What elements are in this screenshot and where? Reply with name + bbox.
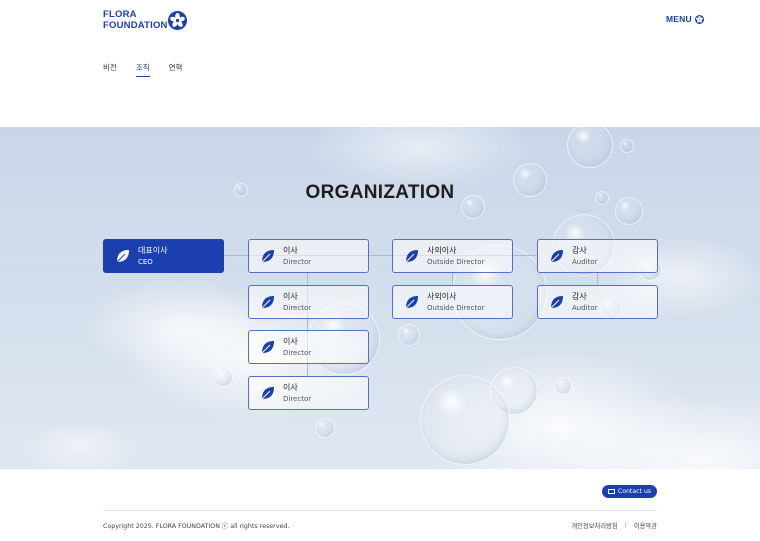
org-node-ceo: 대표이사 CEO	[103, 239, 224, 273]
privacy-policy-link[interactable]: 개인정보처리방침	[571, 521, 617, 530]
leaf-icon	[261, 341, 274, 354]
footer-separator: |	[624, 522, 627, 529]
brand-logo[interactable]: FLORA FOUNDATION	[103, 9, 187, 31]
logo-line-1: FLORA	[103, 9, 137, 20]
node-title: 대표이사	[138, 245, 168, 255]
node-subtitle: Auditor	[572, 257, 598, 266]
bubble-decoration	[398, 324, 420, 346]
bubble-decoration	[315, 418, 335, 438]
flower-icon	[694, 14, 704, 24]
node-subtitle: Outside Director	[427, 257, 485, 266]
terms-of-use-link[interactable]: 이용약관	[634, 521, 657, 530]
leaf-icon	[261, 250, 274, 263]
tab-vision[interactable]: 비전	[103, 62, 117, 77]
node-subtitle: CEO	[138, 257, 153, 266]
leaf-icon	[405, 296, 418, 309]
contact-us-label: Contact us	[617, 488, 652, 495]
node-title: 이사	[283, 291, 298, 301]
leaf-icon	[116, 250, 129, 263]
footer-divider	[103, 510, 657, 511]
org-node-director: 이사 Director	[248, 239, 369, 273]
sub-navigation: 비전 조직 연혁	[103, 62, 201, 77]
bubble-decoration	[620, 139, 634, 153]
node-title: 사외이사	[427, 245, 457, 255]
bubble-decoration	[420, 375, 510, 465]
bubble-decoration	[567, 127, 613, 168]
leaf-icon	[261, 296, 274, 309]
node-subtitle: Director	[283, 394, 312, 403]
org-node-director: 이사 Director	[248, 285, 369, 319]
copyright-text: Copyright 2025. FLORA FOUNDATION ⓒ all r…	[103, 523, 290, 530]
org-node-auditor: 감사 Auditor	[537, 285, 658, 319]
node-subtitle: Outside Director	[427, 303, 485, 312]
menu-button[interactable]: MENU	[666, 14, 704, 24]
mail-icon	[607, 489, 615, 494]
leaf-icon	[261, 387, 274, 400]
org-node-auditor: 감사 Auditor	[537, 239, 658, 273]
org-connector	[597, 272, 598, 285]
node-title: 이사	[283, 245, 298, 255]
tab-organization[interactable]: 조직	[135, 62, 150, 77]
menu-label: MENU	[666, 14, 692, 24]
node-subtitle: Director	[283, 348, 312, 357]
contact-us-button[interactable]: Contact us	[602, 485, 657, 498]
node-title: 이사	[283, 382, 298, 392]
node-subtitle: Director	[283, 257, 312, 266]
node-title: 감사	[572, 291, 587, 301]
leaf-icon	[550, 296, 563, 309]
leaf-icon	[405, 250, 418, 263]
leaf-icon	[550, 250, 563, 263]
node-subtitle: Director	[283, 303, 312, 312]
section-title: ORGANIZATION	[305, 182, 455, 203]
tab-history[interactable]: 연혁	[169, 62, 183, 77]
logo-line-2: FOUNDATION	[103, 20, 168, 31]
org-node-director: 이사 Director	[248, 376, 369, 410]
org-node-director: 이사 Director	[248, 330, 369, 364]
organization-section: ORGANIZATION 대표이사 CEO 이사 Director 이사 Dir…	[0, 127, 760, 469]
node-title: 사외이사	[427, 291, 457, 301]
node-title: 이사	[283, 336, 298, 346]
org-node-outside-director: 사외이사 Outside Director	[392, 239, 513, 273]
node-subtitle: Auditor	[572, 303, 598, 312]
bubble-decoration	[213, 367, 233, 387]
org-connector	[452, 272, 453, 285]
org-node-outside-director: 사외이사 Outside Director	[392, 285, 513, 319]
bubble-decoration	[554, 377, 572, 395]
node-title: 감사	[572, 245, 587, 255]
flower-icon	[168, 11, 187, 30]
footer-links: 개인정보처리방침 | 이용약관	[571, 521, 657, 530]
